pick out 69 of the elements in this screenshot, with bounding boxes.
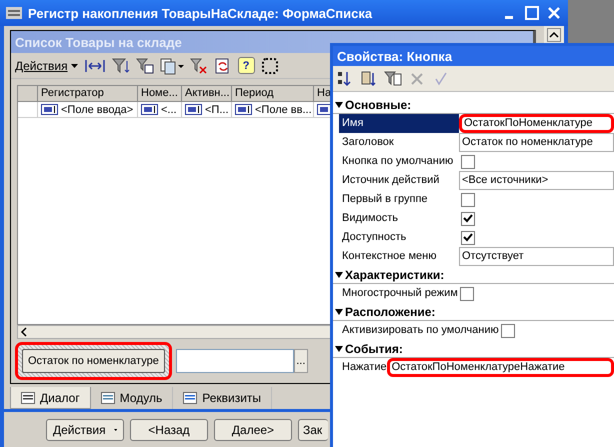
dialog-title: Свойства: Кнопка	[333, 46, 614, 66]
property-value-field[interactable]: ОстатокПоНоменклатуреНажатие	[386, 358, 614, 377]
column-header[interactable]: Регистратор	[38, 86, 138, 102]
filter-list-icon[interactable]	[160, 56, 184, 74]
expand-triangle-icon[interactable]	[335, 346, 343, 352]
window-title: Регистр накопления ТоварыНаСкладе: ФормаСписка	[28, 6, 374, 20]
checkbox[interactable]	[500, 324, 515, 338]
filter-icon[interactable]	[136, 56, 154, 74]
expand-triangle-icon[interactable]	[335, 308, 343, 314]
footer-button[interactable]: Зак	[298, 418, 328, 440]
property-label[interactable]: Контекстное меню	[339, 247, 459, 266]
column-header[interactable]: Номе...	[138, 86, 182, 102]
text-field-icon	[141, 104, 158, 115]
section-title: Характеристики:	[345, 268, 444, 282]
property-label[interactable]: Нажатие	[339, 358, 387, 377]
property-label[interactable]: Кнопка по умолчанию	[339, 152, 459, 171]
property-label[interactable]: Источник действий	[339, 171, 459, 190]
section-title: Основные:	[345, 98, 412, 112]
remainder-button[interactable]: Остаток по номенклатуре	[22, 349, 165, 373]
input-field[interactable]	[176, 349, 294, 373]
checkbox[interactable]	[460, 286, 474, 300]
property-value-field[interactable]: <Все источники>	[459, 171, 614, 190]
checkbox[interactable]	[461, 154, 475, 168]
tab[interactable]: Диалог	[10, 387, 91, 409]
text-field-icon	[185, 104, 202, 115]
caret-icon	[70, 64, 78, 68]
select-button[interactable]: ...	[294, 349, 308, 373]
expand-triangle-icon[interactable]	[335, 272, 343, 278]
footer-button[interactable]: Далее>	[214, 418, 292, 440]
property-label[interactable]: Активизировать по умолчанию	[339, 321, 499, 340]
table-cell: <Поле ввода>	[61, 104, 134, 116]
text-field-icon	[235, 104, 252, 115]
dotted-square-icon[interactable]	[260, 56, 279, 74]
checkbox[interactable]	[461, 212, 475, 226]
property-value-field[interactable]: Отсутствует	[459, 247, 614, 266]
table-cell: <Поле вв...	[255, 104, 312, 116]
close-icon[interactable]	[546, 5, 562, 21]
tab-icon	[183, 392, 198, 404]
maximize-icon[interactable]	[524, 5, 540, 21]
property-label[interactable]: Заголовок	[339, 133, 459, 152]
scroll-up-icon[interactable]	[547, 28, 561, 42]
property-value-field[interactable]: ОстатокПоНоменклатуре	[459, 114, 614, 133]
property-label[interactable]: Видимость	[339, 209, 459, 228]
property-label[interactable]: Первый в группе	[339, 190, 459, 209]
property-label[interactable]: Имя	[339, 114, 459, 133]
tab-icon	[21, 392, 35, 404]
filter-icon[interactable]	[112, 56, 130, 74]
footer-button[interactable]: <Назад	[130, 418, 208, 440]
table-cell: <...	[161, 104, 177, 116]
filter-icon[interactable]	[384, 70, 402, 88]
checkbox[interactable]	[461, 192, 475, 206]
section-title: События:	[345, 342, 403, 356]
property-label[interactable]: Многострочный режим	[339, 284, 458, 303]
help-button[interactable]: ?	[238, 57, 255, 74]
text-field-icon	[41, 104, 58, 115]
categories-icon[interactable]	[360, 70, 378, 88]
property-value-field[interactable]: Остаток по номенклатуре	[459, 133, 614, 152]
actions-menu[interactable]: Действия	[15, 58, 78, 72]
column-header[interactable]: Активн...	[182, 86, 232, 102]
section-title: Расположение:	[345, 304, 436, 318]
filter-clear-icon[interactable]	[190, 56, 208, 74]
expand-triangle-icon[interactable]	[335, 102, 343, 108]
column-header[interactable]: Период	[232, 86, 314, 102]
property-label[interactable]: Доступность	[339, 228, 459, 247]
tab-icon	[100, 392, 115, 404]
window-icon	[6, 7, 22, 19]
table-cell: <П...	[205, 104, 228, 116]
footer-button[interactable]: Действия	[46, 418, 124, 440]
checkbox[interactable]	[461, 230, 475, 244]
